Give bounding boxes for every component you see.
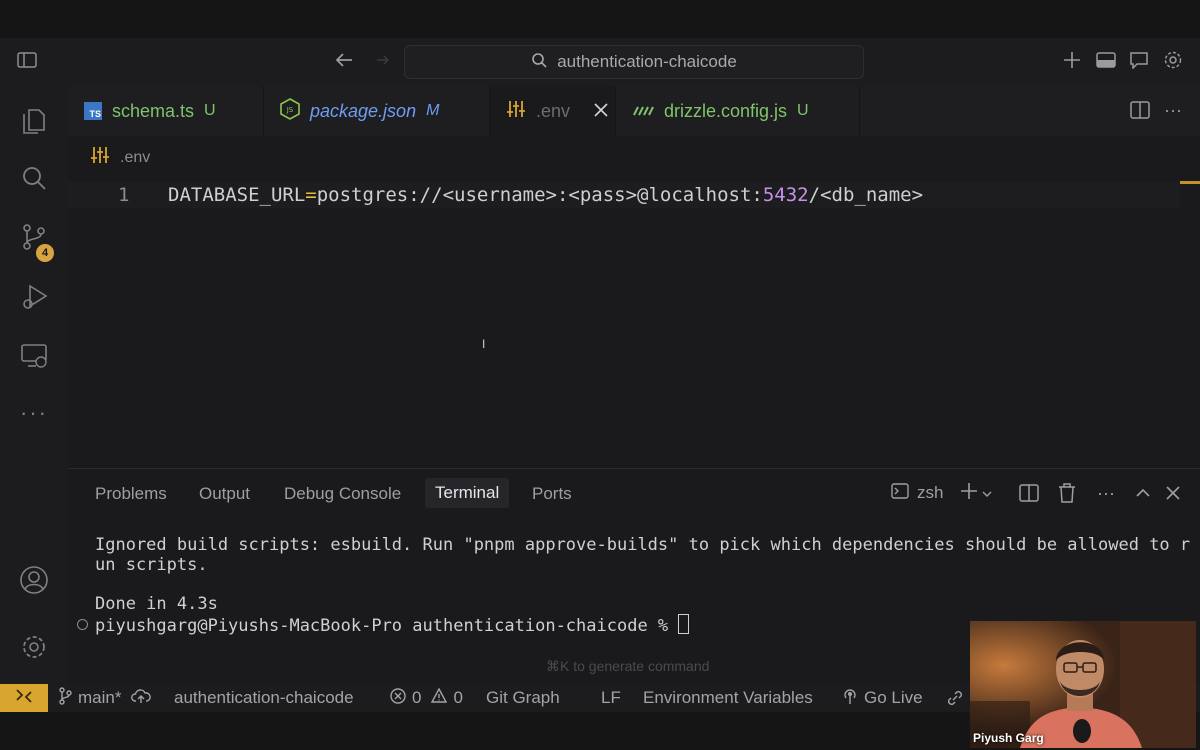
webcam-overlay: Piyush Garg <box>970 621 1196 748</box>
plus-icon <box>960 482 978 505</box>
git-branch-status[interactable]: main* <box>58 684 152 712</box>
warning-count: 0 <box>453 688 463 707</box>
remote-icon <box>15 688 33 709</box>
env-operator: = <box>305 184 317 206</box>
svg-text:JS: JS <box>286 106 294 114</box>
terminal-line: Done in 4.3s <box>95 594 218 614</box>
terminal-shell-selector[interactable]: zsh <box>891 482 943 504</box>
more-actions-icon[interactable]: ··· <box>1162 99 1184 121</box>
tab-env[interactable]: .env <box>490 86 616 136</box>
close-panel-icon[interactable] <box>1166 482 1180 504</box>
tab-package-json[interactable]: JS package.json M <box>264 86 490 136</box>
tab-status: U <box>797 102 809 119</box>
remote-explorer-icon[interactable] <box>17 339 51 373</box>
terminal-icon <box>891 482 909 504</box>
tab-schema-ts[interactable]: TS schema.ts U <box>68 86 264 136</box>
command-decoration-icon[interactable] <box>77 619 88 630</box>
maximize-panel-icon[interactable] <box>1136 482 1150 504</box>
error-icon <box>390 687 406 709</box>
tab-output[interactable]: Output <box>199 481 250 507</box>
split-editor-icon[interactable] <box>1129 99 1151 121</box>
breadcrumb-file: .env <box>120 148 151 166</box>
run-debug-icon[interactable] <box>17 280 51 314</box>
environment-variables-button[interactable]: Environment Variables <box>643 684 813 712</box>
more-actions-icon[interactable]: ··· <box>1097 482 1115 504</box>
account-icon[interactable] <box>17 563 51 597</box>
git-branch-icon <box>58 686 72 710</box>
problems-status[interactable]: 0 0 <box>390 684 463 712</box>
text-cursor-icon: I <box>482 337 486 351</box>
env-port: 5432 <box>762 184 809 206</box>
git-graph-button[interactable]: Git Graph <box>486 684 560 712</box>
error-count: 0 <box>412 688 422 707</box>
warning-icon <box>431 687 448 709</box>
workspace-folder[interactable]: authentication-chaicode <box>174 684 354 712</box>
toggle-panel-icon[interactable] <box>1095 49 1117 71</box>
tab-terminal[interactable]: Terminal <box>425 478 510 508</box>
toggle-sidebar-icon[interactable] <box>16 49 38 71</box>
source-control-badge: 4 <box>36 244 54 262</box>
tab-label: .env <box>536 100 571 121</box>
go-live-label: Go Live <box>864 688 923 707</box>
tab-status: M <box>426 102 440 119</box>
explorer-icon[interactable] <box>17 103 51 137</box>
remote-indicator[interactable] <box>0 684 48 712</box>
link-icon[interactable] <box>946 684 964 712</box>
terminal-cursor <box>678 614 690 634</box>
env-settings-icon <box>506 99 526 124</box>
chevron-down-icon[interactable] <box>982 483 992 503</box>
search-sidebar-icon[interactable] <box>17 161 51 195</box>
split-terminal-icon[interactable] <box>1019 482 1039 504</box>
code-line[interactable]: DATABASE_URL=postgres://<username>:<pass… <box>168 184 923 206</box>
search-text: authentication-chaicode <box>557 52 737 71</box>
plus-icon[interactable] <box>1061 49 1083 71</box>
tab-debug-console[interactable]: Debug Console <box>284 481 401 507</box>
forward-arrow-icon[interactable] <box>372 49 394 71</box>
more-views-icon[interactable]: ··· <box>17 396 51 430</box>
line-number: 1 <box>118 184 130 206</box>
terminal-prompt[interactable]: piyushgarg@Piyushs-MacBook-Pro authentic… <box>95 614 690 636</box>
terminal-line: Ignored build scripts: esbuild. Run "pnp… <box>95 535 1191 555</box>
nodejs-icon: JS <box>280 97 300 125</box>
typescript-icon: TS <box>84 102 102 120</box>
tab-label: drizzle.config.js <box>664 100 788 121</box>
chat-icon[interactable] <box>1128 49 1150 71</box>
breadcrumb[interactable]: .env <box>90 146 150 169</box>
env-value: postgres://<username>:<pass>@localhost: <box>316 184 763 206</box>
tab-ports[interactable]: Ports <box>532 481 572 507</box>
tab-problems[interactable]: Problems <box>95 481 167 507</box>
branch-name: main* <box>78 688 122 707</box>
tab-label: package.json <box>310 100 417 121</box>
generate-command-hint: ⌘K to generate command <box>546 658 710 674</box>
back-arrow-icon[interactable] <box>333 49 355 71</box>
presenter-video <box>970 621 1196 748</box>
env-settings-icon <box>90 146 110 169</box>
settings-gear-icon[interactable] <box>1162 49 1184 71</box>
presenter-name: Piyush Garg <box>973 731 1044 745</box>
shell-name: zsh <box>917 483 944 502</box>
env-value-end: /<db_name> <box>808 184 924 206</box>
tab-status: U <box>204 102 216 119</box>
go-live-button[interactable]: Go Live <box>842 684 923 712</box>
env-key: DATABASE_URL <box>168 184 306 206</box>
overview-ruler-marker <box>1180 181 1200 184</box>
terminal-line: un scripts. <box>95 555 208 575</box>
broadcast-icon <box>842 687 858 710</box>
close-tab-icon[interactable] <box>594 101 608 122</box>
end-of-line-status[interactable]: LF <box>601 684 621 712</box>
tab-drizzle-config[interactable]: drizzle.config.js U <box>616 86 860 136</box>
cloud-sync-icon[interactable] <box>131 688 152 709</box>
prompt-text: piyushgarg@Piyushs-MacBook-Pro authentic… <box>95 616 679 636</box>
trash-icon[interactable] <box>1058 482 1076 504</box>
new-terminal-button[interactable] <box>960 482 992 504</box>
search-icon <box>531 52 547 73</box>
tab-label: schema.ts <box>112 100 195 121</box>
top-strip <box>0 0 1200 38</box>
manage-gear-icon[interactable] <box>17 630 51 664</box>
command-center-search[interactable]: authentication-chaicode <box>404 45 864 79</box>
drizzle-icon <box>632 101 654 122</box>
